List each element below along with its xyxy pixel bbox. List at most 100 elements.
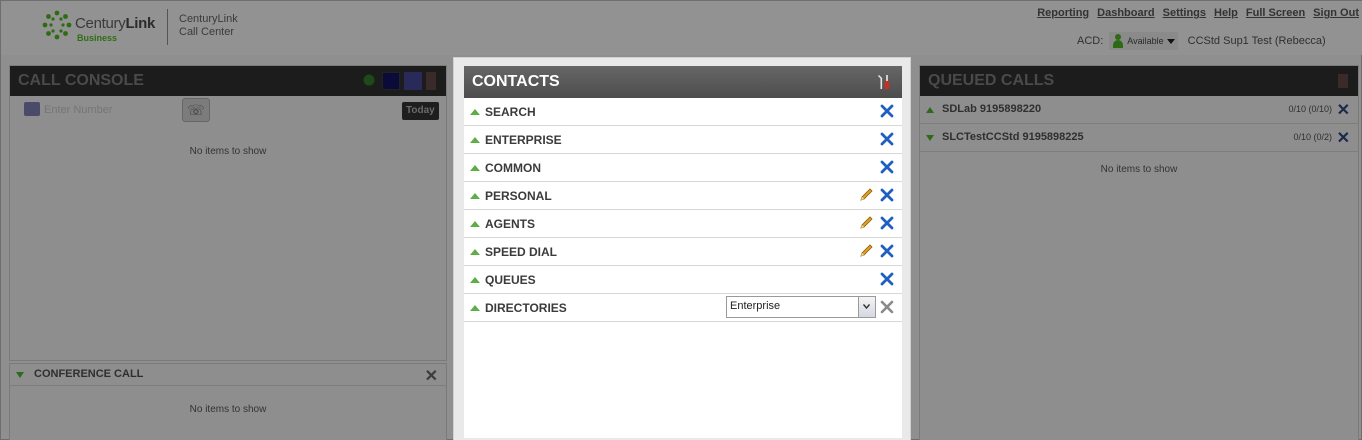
pencil-icon[interactable] (858, 187, 874, 203)
contacts-row-personal[interactable]: PERSONAL (464, 182, 902, 210)
contacts-row-label: AGENTS (485, 217, 536, 231)
chevron-down-icon (1166, 38, 1175, 44)
contacts-row-label: COMMON (485, 161, 541, 175)
contacts-row-label: DIRECTORIES (485, 301, 567, 315)
contacts-row-label: QUEUES (485, 273, 536, 287)
contacts-row-common[interactable]: COMMON (464, 154, 902, 182)
expand-arrow-icon[interactable] (470, 249, 480, 255)
directory-select[interactable]: Enterprise (726, 296, 876, 318)
contacts-row-queues[interactable]: QUEUES (464, 266, 902, 294)
close-icon[interactable] (880, 159, 894, 175)
contacts-row-agents[interactable]: AGENTS (464, 210, 902, 238)
app-header: CenturyLink Business CenturyLink Call Ce… (1, 1, 1362, 55)
close-icon[interactable]: ✕ (425, 366, 438, 386)
sign-out-link[interactable]: Sign Out (1313, 7, 1359, 19)
acd-status-bar: ACD: Available CCStd Sup1 Test (Rebecca) (1077, 32, 1326, 50)
close-icon[interactable] (880, 187, 894, 203)
acd-label: ACD: (1077, 35, 1104, 47)
close-icon[interactable] (880, 103, 894, 119)
top-links: Reporting Dashboard Settings Help Full S… (1037, 7, 1359, 19)
queue-row[interactable]: SDLab 9195898220 0/10 (0/10) ✕ (920, 96, 1358, 124)
conference-call-panel: CONFERENCE CALL ✕ No items to show (9, 363, 447, 440)
settings-link[interactable]: Settings (1163, 7, 1206, 19)
contacts-row-label: SEARCH (485, 105, 536, 119)
expand-arrow-icon[interactable] (470, 137, 480, 143)
enter-number-input[interactable] (44, 103, 164, 117)
conference-call-empty: No items to show (189, 404, 267, 415)
call-console-title: CALL CONSOLE (18, 72, 144, 89)
directory-select-toggle[interactable] (858, 297, 875, 317)
expand-arrow-icon[interactable] (470, 305, 480, 311)
full-screen-link[interactable]: Full Screen (1246, 7, 1305, 19)
contacts-row-directories[interactable]: DIRECTORIES Enterprise (464, 294, 902, 322)
directory-select-value: Enterprise (730, 300, 781, 312)
call-icon[interactable] (360, 72, 378, 90)
contacts-row-label: SPEED DIAL (485, 245, 558, 259)
tools-icon[interactable] (426, 72, 436, 90)
logo-sub: Business (77, 33, 118, 43)
call-console-header: CALL CONSOLE (10, 66, 446, 96)
contacts-highlight-frame: CONTACTS SEARCH ENTERPRISE COMMON PERSON… (453, 57, 911, 440)
queue-name: SLCTestCCStd 9195898225 (942, 131, 1084, 143)
expand-arrow-icon[interactable] (470, 277, 480, 283)
expand-arrow-icon[interactable] (470, 193, 480, 199)
centurylink-logo-icon (42, 10, 72, 40)
contacts-row-search[interactable]: SEARCH (464, 98, 902, 126)
close-icon[interactable]: ✕ (1337, 100, 1350, 120)
close-icon[interactable] (880, 131, 894, 147)
queued-calls-panel: QUEUED CALLS SDLab 9195898220 0/10 (0/10… (919, 65, 1359, 440)
reporting-link[interactable]: Reporting (1037, 7, 1089, 19)
acd-status-dropdown[interactable]: Available (1109, 32, 1178, 50)
queue-icon[interactable] (382, 72, 400, 90)
tools-icon[interactable] (1338, 74, 1348, 88)
queued-calls-header: QUEUED CALLS (920, 66, 1358, 96)
dashboard-link[interactable]: Dashboard (1097, 7, 1154, 19)
contacts-row-enterprise[interactable]: ENTERPRISE (464, 126, 902, 154)
close-icon[interactable] (880, 299, 894, 315)
contacts-row-label: ENTERPRISE (485, 133, 562, 147)
expand-arrow-icon[interactable] (926, 107, 934, 113)
help-link[interactable]: Help (1214, 7, 1238, 19)
agent-person-icon (1112, 34, 1124, 48)
expand-arrow-icon[interactable] (470, 109, 480, 115)
call-console-panel: CALL CONSOLE ☏ Today No items to show (9, 65, 447, 361)
dial-phone-button[interactable]: ☏ (182, 98, 210, 122)
acd-status-value: Available (1127, 36, 1164, 46)
collapse-arrow-icon[interactable] (16, 372, 24, 378)
chevron-down-icon (863, 304, 870, 309)
close-icon[interactable]: ✕ (1337, 128, 1350, 148)
expand-arrow-icon[interactable] (470, 165, 480, 171)
queue-count: 0/10 (0/10) (1288, 104, 1332, 114)
pencil-icon[interactable] (858, 215, 874, 231)
call-center-app: CenturyLink Business CenturyLink Call Ce… (0, 0, 1362, 440)
product-name: CenturyLink Call Center (179, 13, 238, 38)
centurylink-logo: CenturyLink Business (41, 9, 171, 45)
queued-calls-title: QUEUED CALLS (928, 72, 1055, 89)
close-icon[interactable] (880, 243, 894, 259)
dial-pad-icon[interactable] (24, 102, 40, 116)
queue-row[interactable]: SLCTestCCStd 9195898225 0/10 (0/2) ✕ (920, 124, 1358, 152)
call-console-empty: No items to show (189, 146, 267, 157)
queue-name: SDLab 9195898220 (942, 103, 1042, 115)
queue-count: 0/10 (0/2) (1293, 132, 1332, 142)
directory-icon[interactable] (404, 72, 422, 90)
contacts-header: CONTACTS (464, 66, 902, 98)
conference-call-title: CONFERENCE CALL (34, 368, 144, 380)
contacts-title: CONTACTS (472, 73, 560, 90)
close-icon[interactable] (880, 215, 894, 231)
logo-brand: CenturyLink (75, 15, 156, 32)
pencil-icon[interactable] (858, 243, 874, 259)
conference-call-header[interactable]: CONFERENCE CALL ✕ (10, 364, 446, 386)
logo-divider (167, 9, 168, 45)
tools-icon[interactable] (876, 73, 892, 91)
contacts-row-label: PERSONAL (485, 189, 552, 203)
close-icon[interactable] (880, 271, 894, 287)
contacts-row-speed-dial[interactable]: SPEED DIAL (464, 238, 902, 266)
expand-arrow-icon[interactable] (470, 221, 480, 227)
user-name: CCStd Sup1 Test (Rebecca) (1187, 35, 1326, 47)
queued-calls-empty: No items to show (1100, 164, 1178, 175)
collapse-arrow-icon[interactable] (926, 135, 934, 141)
contacts-panel: CONTACTS SEARCH ENTERPRISE COMMON PERSON… (464, 66, 902, 438)
today-button[interactable]: Today (402, 102, 439, 120)
call-console-tools (360, 72, 436, 90)
